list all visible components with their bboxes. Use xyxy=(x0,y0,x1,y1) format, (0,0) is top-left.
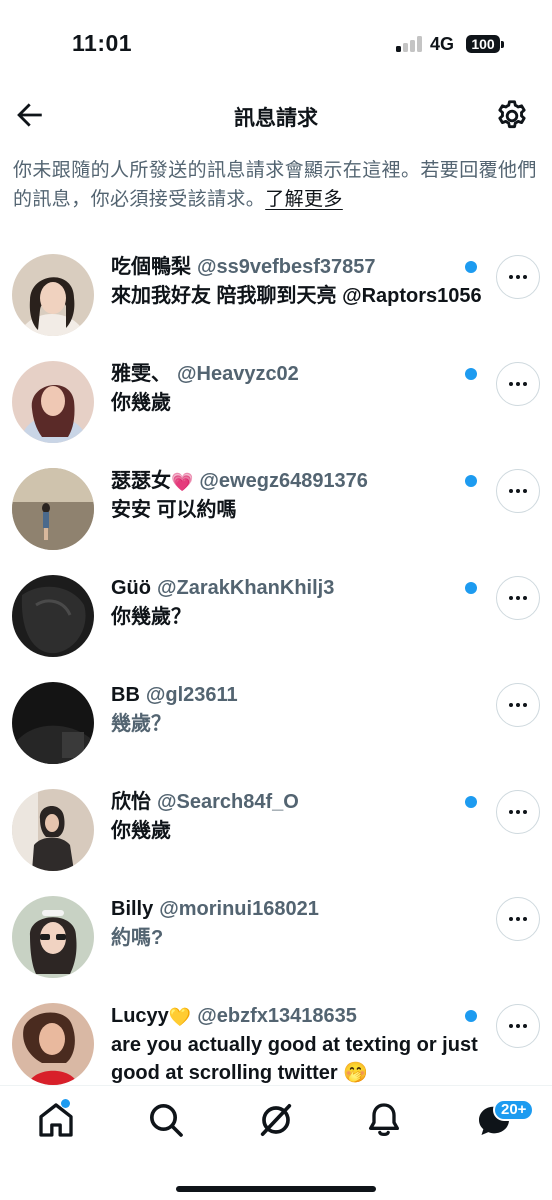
battery-icon: 100 xyxy=(466,35,500,53)
message-preview: 你幾歲 xyxy=(111,817,491,845)
more-options-button[interactable] xyxy=(496,255,540,299)
status-bar: 11:01 4G 100 xyxy=(0,0,552,90)
request-row[interactable]: BB @gl23611 幾歲？ xyxy=(0,672,552,779)
message-preview: 來加我好友 陪我聊到天亮 @Raptors1056 xyxy=(111,282,491,310)
sender-line: 雅雯、 @Heavyzc02 xyxy=(111,361,461,387)
settings-button[interactable] xyxy=(494,98,530,134)
sender-line: Billy @morinui168021 xyxy=(111,896,461,922)
sender-line: 吃個鴨梨 @ss9vefbesf37857 xyxy=(111,254,461,280)
request-row[interactable]: 瑟瑟女💗 @ewegz64891376 安安 可以約嗎 xyxy=(0,458,552,565)
nav-home[interactable] xyxy=(36,1100,76,1140)
display-name: BB xyxy=(111,684,140,706)
request-row[interactable]: Billy @morinui168021 約嗎? xyxy=(0,886,552,993)
avatar[interactable] xyxy=(12,468,94,550)
username: @ss9vefbesf37857 xyxy=(197,256,376,278)
home-icon xyxy=(39,1103,73,1137)
display-name: Lucyy xyxy=(111,1005,169,1027)
avatar[interactable] xyxy=(12,1003,94,1085)
bottom-navigation: 20+ xyxy=(0,1085,552,1200)
message-text: 你幾歲 xyxy=(111,820,171,842)
message-text: 約嗎? xyxy=(111,927,164,949)
avatar[interactable] xyxy=(12,361,94,443)
home-indicator xyxy=(176,1186,376,1192)
signal-icon xyxy=(396,36,424,52)
name-emoji: 💗 xyxy=(171,472,194,492)
display-name: 瑟瑟女 xyxy=(111,470,171,492)
display-name: 吃個鴨梨 xyxy=(111,256,191,278)
name-emoji: 💛 xyxy=(168,1007,192,1027)
sender-line: Lucyy💛 @ebzfx13418635 xyxy=(111,1003,461,1030)
message-preview: 約嗎? xyxy=(111,924,491,952)
avatar[interactable] xyxy=(12,254,94,336)
message-preview: 安安 可以約嗎 xyxy=(111,496,491,524)
avatar[interactable] xyxy=(12,789,94,871)
status-time: 11:01 xyxy=(72,30,133,56)
more-options-button[interactable] xyxy=(496,469,540,513)
search-icon xyxy=(150,1104,183,1137)
unread-indicator xyxy=(465,368,477,380)
battery-tip xyxy=(501,41,504,48)
avatar[interactable] xyxy=(12,575,94,657)
more-options-button[interactable] xyxy=(496,897,540,941)
nav-search[interactable] xyxy=(146,1100,186,1140)
message-text: 你幾歲？ xyxy=(111,606,191,628)
messages-badge: 20+ xyxy=(493,1099,535,1121)
message-text: are you actually good at texting or just… xyxy=(111,1034,478,1084)
info-text: 你未跟隨的人所發送的訊息請求會顯示在這裡。若要回覆他們的訊息，你必須接受該請求。… xyxy=(13,156,543,214)
message-text: 安安 可以約嗎 xyxy=(111,499,237,521)
more-options-button[interactable] xyxy=(496,576,540,620)
more-options-button[interactable] xyxy=(496,790,540,834)
sender-line: Güö @ZarakKhanKhilj3 xyxy=(111,575,461,601)
grok-icon xyxy=(260,1104,292,1136)
avatar[interactable] xyxy=(12,896,94,978)
unread-indicator xyxy=(465,475,477,487)
message-text: 幾歲？ xyxy=(111,713,171,735)
username: @ewegz64891376 xyxy=(199,470,368,492)
more-options-button[interactable] xyxy=(496,362,540,406)
message-text: 你幾歲 xyxy=(111,392,171,414)
page-title: 訊息請求 xyxy=(234,107,318,130)
message-preview: are you actually good at texting or just… xyxy=(111,1031,491,1087)
username: @ebzfx13418635 xyxy=(197,1005,357,1027)
display-name: Billy xyxy=(111,898,154,920)
header: 訊息請求 xyxy=(0,90,552,146)
home-notification-dot xyxy=(61,1099,70,1108)
request-row[interactable]: Güö @ZarakKhanKhilj3 你幾歲？ xyxy=(0,565,552,672)
unread-indicator xyxy=(465,261,477,273)
more-options-button[interactable] xyxy=(496,1004,540,1048)
bell-icon xyxy=(369,1103,399,1137)
username: @ZarakKhanKhilj3 xyxy=(157,577,335,599)
sender-line: 瑟瑟女💗 @ewegz64891376 xyxy=(111,468,461,495)
username: @morinui168021 xyxy=(159,898,319,920)
username: @Search84f_O xyxy=(157,791,299,813)
gear-icon xyxy=(498,100,526,129)
message-text: 來加我好友 陪我聊到天亮 @Raptors1056 xyxy=(111,285,482,307)
learn-more-link[interactable]: 了解更多 xyxy=(265,189,343,210)
message-preview: 你幾歲？ xyxy=(111,603,491,631)
message-preview: 你幾歲 xyxy=(111,389,491,417)
more-options-button[interactable] xyxy=(496,683,540,727)
request-row[interactable]: 吃個鴨梨 @ss9vefbesf37857 來加我好友 陪我聊到天亮 @Rapto… xyxy=(0,244,552,351)
sender-line: BB @gl23611 xyxy=(111,682,461,708)
request-row[interactable]: 雅雯、 @Heavyzc02 你幾歲 xyxy=(0,351,552,458)
network-type: 4G xyxy=(430,34,455,54)
sender-line: 欣怡 @Search84f_O xyxy=(111,789,461,815)
display-name: 欣怡 xyxy=(111,791,151,813)
message-request-list: 吃個鴨梨 @ss9vefbesf37857 來加我好友 陪我聊到天亮 @Rapto… xyxy=(0,244,552,1100)
nav-notifications[interactable] xyxy=(364,1100,404,1140)
unread-indicator xyxy=(465,582,477,594)
message-emoji: 🤭 xyxy=(343,1062,369,1084)
display-name: 雅雯、 xyxy=(111,363,171,385)
display-name: Güö xyxy=(111,577,151,599)
username: @Heavyzc02 xyxy=(177,363,299,385)
request-row[interactable]: 欣怡 @Search84f_O 你幾歲 xyxy=(0,779,552,886)
unread-indicator xyxy=(465,1010,477,1022)
message-preview: 幾歲？ xyxy=(111,710,491,738)
avatar[interactable] xyxy=(12,682,94,764)
request-row[interactable]: Lucyy💛 @ebzfx13418635 are you actually go… xyxy=(0,993,552,1100)
username: @gl23611 xyxy=(145,684,238,706)
unread-indicator xyxy=(465,796,477,808)
nav-grok[interactable] xyxy=(256,1100,296,1140)
